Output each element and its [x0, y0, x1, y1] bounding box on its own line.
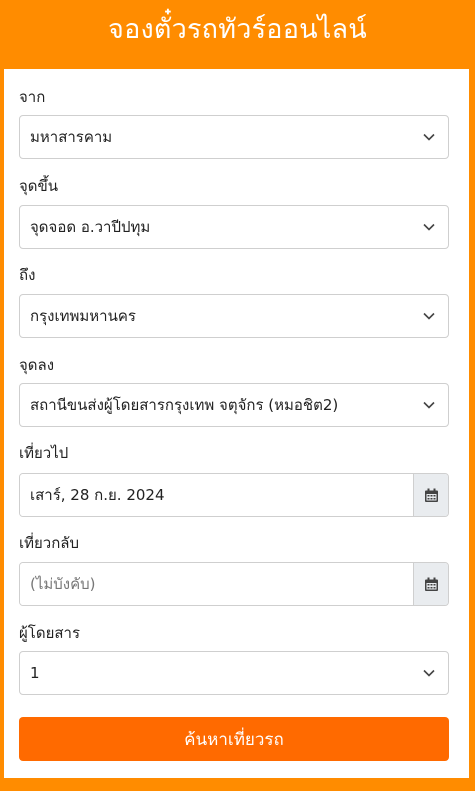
dropoff-value: สถานีขนส่งผู้โดยสารกรุงเทพ จตุจักร (หมอช…	[30, 396, 339, 414]
chevron-down-icon	[423, 401, 435, 409]
origin-label: จาก	[19, 88, 46, 106]
destination-select[interactable]: กรุงเทพมหานคร	[19, 294, 449, 338]
return-label: เที่ยวกลับ	[19, 534, 80, 552]
depart-label: เที่ยวไป	[19, 444, 69, 462]
pickup-select[interactable]: จุดจอด อ.วาปีปทุม	[19, 205, 449, 249]
search-button[interactable]: ค้นหาเที่ยวรถ	[19, 717, 449, 761]
destination-label: ถึง	[19, 266, 36, 284]
page-title: จองตั๋วรถทัวร์ออนไลน์	[108, 13, 367, 45]
dropoff-select[interactable]: สถานีขนส่งผู้โดยสารกรุงเทพ จตุจักร (หมอช…	[19, 383, 449, 427]
pickup-value: จุดจอด อ.วาปีปทุม	[30, 218, 151, 236]
calendar-icon	[424, 577, 438, 591]
destination-value: กรุงเทพมหานคร	[30, 307, 136, 325]
chevron-down-icon	[423, 133, 435, 141]
passengers-value: 1	[30, 664, 40, 682]
depart-calendar-button[interactable]	[413, 474, 448, 516]
origin-value: มหาสารคาม	[30, 128, 113, 146]
origin-select[interactable]: มหาสารคาม	[19, 115, 449, 159]
chevron-down-icon	[423, 312, 435, 320]
depart-date-input[interactable]: เสาร์, 28 ก.ย. 2024	[20, 474, 413, 516]
dropoff-label: จุดลง	[19, 356, 55, 374]
return-date-input[interactable]	[20, 563, 413, 605]
pickup-label: จุดขึ้น	[19, 177, 59, 195]
passengers-label: ผู้โดยสาร	[19, 624, 81, 642]
booking-form: จาก มหาสารคาม จุดขึ้น จุดจอด อ.วาปีปทุม …	[4, 69, 469, 778]
chevron-down-icon	[423, 223, 435, 231]
depart-date-value: เสาร์, 28 ก.ย. 2024	[30, 486, 165, 504]
return-calendar-button[interactable]	[413, 563, 448, 605]
page-header: จองตั๋วรถทัวร์ออนไลน์	[0, 0, 475, 56]
calendar-icon	[424, 488, 438, 502]
chevron-down-icon	[423, 669, 435, 677]
return-date-group	[19, 562, 449, 606]
depart-date-group: เสาร์, 28 ก.ย. 2024	[19, 473, 449, 517]
passengers-select[interactable]: 1	[19, 651, 449, 695]
